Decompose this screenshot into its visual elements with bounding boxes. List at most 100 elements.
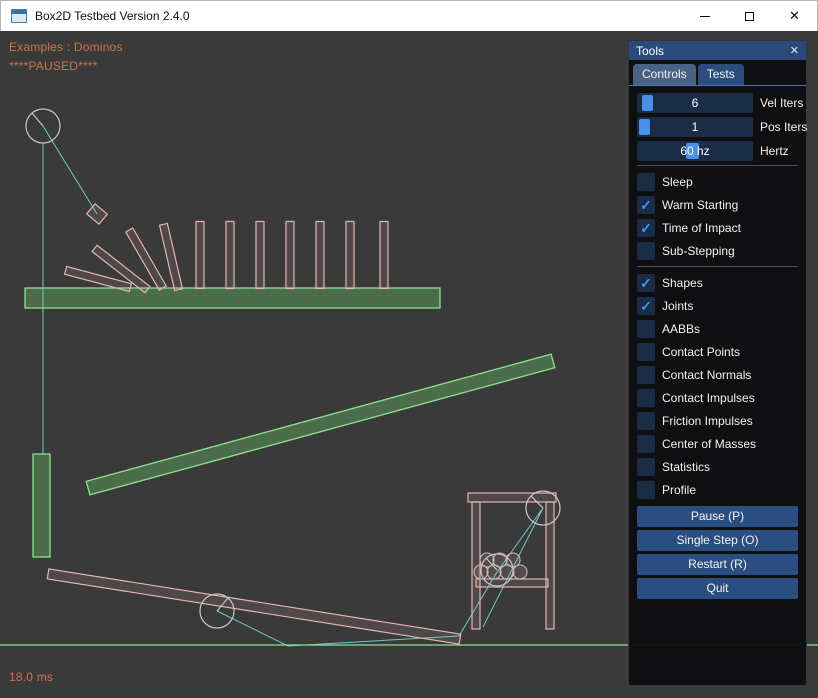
domino[interactable] [196,222,204,289]
domino[interactable] [226,222,234,289]
elevated-platform [25,288,440,308]
maximize-icon [745,12,754,21]
frame-time-label: 18.0 ms [9,670,53,684]
checkbox-label: Joints [662,299,693,313]
vel-iters-frame[interactable]: 6 [637,93,753,113]
checkbox-unchecked[interactable] [637,412,655,430]
pos-iters-slider[interactable]: 1 Pos Iters [637,116,798,137]
checkbox-unchecked[interactable] [637,173,655,191]
single-step-button[interactable]: Single Step (O) [637,530,798,551]
checkbox-center-of-masses[interactable]: Center of Masses [637,432,798,455]
checkbox-unchecked[interactable] [637,458,655,476]
checkbox-label: Contact Normals [662,368,751,382]
checkbox-unchecked[interactable] [637,343,655,361]
frame-right-post[interactable] [546,502,554,629]
hertz-slider[interactable]: 60 hz Hertz [637,140,798,161]
checkbox-checked[interactable]: ✓ [637,274,655,292]
restart-button[interactable]: Restart (R) [637,554,798,575]
checkbox-unchecked[interactable] [637,389,655,407]
pause-button[interactable]: Pause (P) [637,506,798,527]
checkbox-statistics[interactable]: Statistics [637,455,798,478]
tab-controls[interactable]: Controls [633,64,696,85]
domino[interactable] [380,222,388,289]
check-icon: ✓ [640,276,652,290]
close-icon: ✕ [789,8,800,24]
tool-button-group: Pause (P) Single Step (O) Restart (R) Quit [637,506,798,599]
tools-content: 6 Vel Iters 1 Pos Iters 60 hz Hertz Sl [629,86,806,599]
domino[interactable] [256,222,264,289]
checkbox-time-of-impact[interactable]: ✓ Time of Impact [637,216,798,239]
checkbox-label: Profile [662,483,696,497]
domino[interactable] [346,222,354,289]
checkbox-label: Center of Masses [662,437,756,451]
panel-close-icon[interactable]: ✕ [790,44,799,57]
vel-iters-slider[interactable]: 6 Vel Iters [637,92,798,113]
vel-iters-value: 6 [637,93,753,113]
tools-panel: Tools ✕ Controls Tests 6 Vel Iters 1 Pos… [628,40,807,686]
draw-checkbox-group: ✓ Shapes ✓ Joints AABBs Contact Points Contact… [637,271,798,501]
checkbox-label: Time of Impact [662,221,741,235]
hertz-value: 60 hz [637,141,753,161]
checkbox-label: AABBs [662,322,700,336]
ball[interactable] [493,553,507,567]
pos-iters-label: Pos Iters [760,120,807,134]
frame-top-bar[interactable] [468,493,556,502]
ball[interactable] [480,553,494,567]
checkbox-joints[interactable]: ✓ Joints [637,294,798,317]
vel-iters-label: Vel Iters [760,96,803,110]
close-button[interactable]: ✕ [772,1,817,31]
checkbox-label: Friction Impulses [662,414,753,428]
checkbox-contact-impulses[interactable]: Contact Impulses [637,386,798,409]
hertz-frame[interactable]: 60 hz [637,141,753,161]
checkbox-unchecked[interactable] [637,366,655,384]
checkbox-label: Shapes [662,276,703,290]
checkbox-checked[interactable]: ✓ [637,219,655,237]
checkbox-warm-starting[interactable]: ✓Warm Starting [637,193,798,216]
window-titlebar[interactable]: Box2D Testbed Version 2.4.0 ✕ [0,0,818,31]
tools-tabbar: Controls Tests [629,60,806,86]
app-icon [11,9,27,23]
tab-tests[interactable]: Tests [698,64,744,85]
window-title: Box2D Testbed Version 2.4.0 [35,9,190,23]
domino[interactable] [316,222,324,289]
check-icon: ✓ [640,299,652,313]
checkbox-friction-impulses[interactable]: Friction Impulses [637,409,798,432]
checkbox-unchecked[interactable] [637,481,655,499]
checkbox-sub-stepping[interactable]: Sub-Stepping [637,239,798,262]
pos-iters-value: 1 [637,117,753,137]
tilted-plank[interactable] [47,569,460,644]
app-window: Box2D Testbed Version 2.4.0 ✕ [0,0,818,698]
check-icon: ✓ [640,221,652,235]
pendulum-box[interactable] [87,204,108,224]
maximize-button[interactable] [727,1,772,31]
checkbox-unchecked[interactable] [637,320,655,338]
separator [637,165,798,166]
checkbox-contact-normals[interactable]: Contact Normals [637,363,798,386]
pos-iters-frame[interactable]: 1 [637,117,753,137]
minimize-icon [700,16,710,17]
checkbox-sleep[interactable]: Sleep [637,170,798,193]
tools-titlebar[interactable]: Tools ✕ [629,41,806,60]
sim-checkbox-group: Sleep✓Warm Starting✓Time of ImpactSub-St… [637,170,798,262]
checkbox-label: Sleep [662,175,693,189]
domino[interactable] [286,222,294,289]
example-label: Examples : Dominos [9,40,123,54]
checkbox-aabbs[interactable]: AABBs [637,317,798,340]
checkbox-profile[interactable]: Profile [637,478,798,501]
checkbox-label: Contact Impulses [662,391,755,405]
separator [637,266,798,267]
checkbox-unchecked[interactable] [637,435,655,453]
checkbox-unchecked[interactable] [637,242,655,260]
window-controls: ✕ [682,1,817,31]
checkbox-contact-points[interactable]: Contact Points [637,340,798,363]
hertz-label: Hertz [760,144,789,158]
checkbox-shapes[interactable]: ✓ Shapes [637,271,798,294]
minimize-button[interactable] [682,1,727,31]
checkbox-checked[interactable]: ✓ [637,297,655,315]
paused-label: ****PAUSED**** [9,59,98,73]
quit-button[interactable]: Quit [637,578,798,599]
small-balls[interactable] [474,553,527,579]
angled-platform [86,354,555,495]
checkbox-checked[interactable]: ✓ [637,196,655,214]
ball[interactable] [506,553,520,567]
